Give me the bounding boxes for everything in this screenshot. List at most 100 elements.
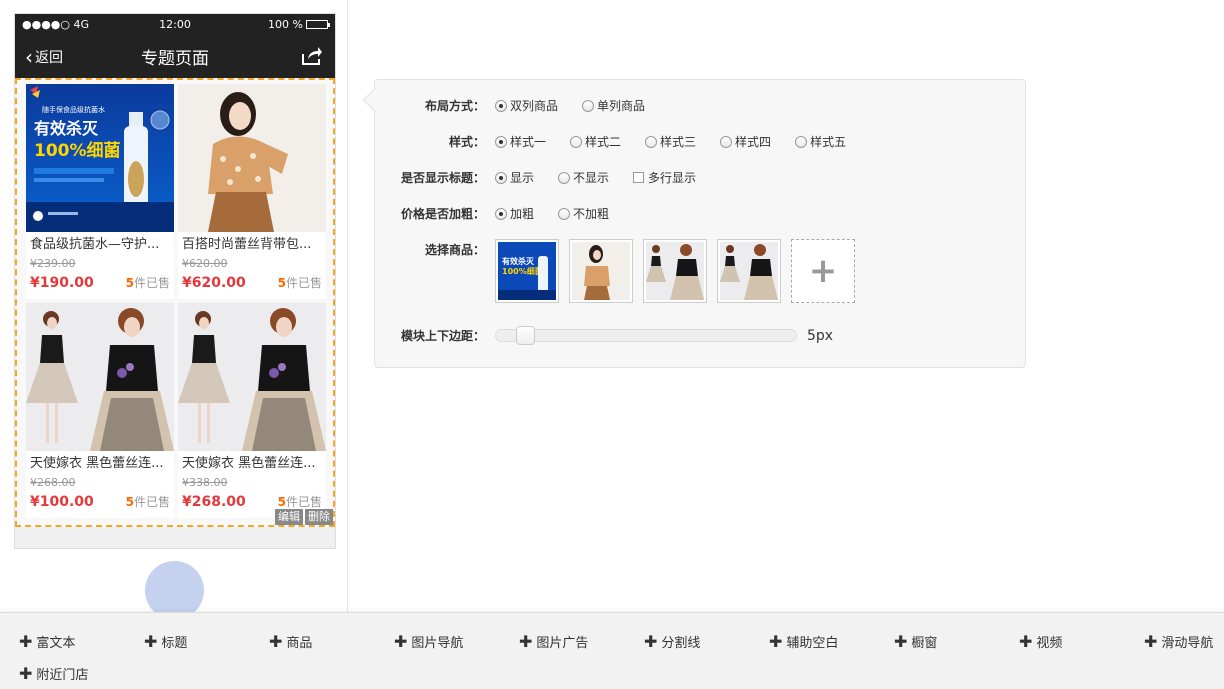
- goods-orig-price: ¥338.00: [182, 476, 228, 489]
- multiline-checkbox[interactable]: 多行显示: [633, 169, 696, 186]
- add-slide-nav[interactable]: ✚ 滑动导航: [1144, 632, 1213, 651]
- radio-icon[interactable]: [558, 207, 571, 220]
- radio-checked-icon[interactable]: [495, 171, 507, 184]
- page-title: 专题页面: [141, 49, 209, 69]
- margin-value: 5px: [807, 327, 834, 344]
- goods-name: 百搭时尚蕾丝背带包...: [182, 237, 312, 252]
- plus-icon: ✚: [19, 631, 33, 651]
- page-root: ●●●●○ 4G 12:00 100 % ‹ 返回 专题页面 随手保食品级抗菌水…: [0, 0, 1224, 689]
- style-option-2[interactable]: 样式二: [570, 133, 621, 150]
- bold-price-option-no[interactable]: 不加粗: [558, 205, 609, 222]
- layout-option-single[interactable]: 单列商品: [582, 97, 645, 114]
- goods-card[interactable]: 天使嫁衣 黑色蕾丝连... ¥338.00 ¥268.00 5件已售: [178, 303, 326, 518]
- back-button[interactable]: ‹ 返回: [25, 47, 63, 67]
- add-rich-text[interactable]: ✚ 富文本: [19, 632, 75, 651]
- add-blank[interactable]: ✚ 辅助空白: [769, 632, 838, 651]
- goods-price: ¥268.00: [182, 493, 246, 510]
- settings-panel: 布局方式： 双列商品 单列商品 样式： 样式一 样式二 样式三 样式四 样式五 …: [362, 79, 1026, 368]
- goods-sold: 5件已售: [277, 495, 322, 509]
- layout-row: 布局方式： 双列商品 单列商品: [375, 97, 669, 114]
- show-title-option-yes[interactable]: 显示: [495, 169, 534, 186]
- layout-label: 布局方式：: [424, 99, 485, 113]
- thumb-ad-line2: 100%细菌: [502, 266, 543, 276]
- selected-goods-thumb[interactable]: 有效杀灭 100%细菌: [495, 239, 559, 303]
- goods-name: 天使嫁衣 黑色蕾丝连...: [30, 456, 164, 471]
- radio-checked-icon[interactable]: [495, 99, 507, 112]
- add-title[interactable]: ✚ 标题: [144, 632, 187, 651]
- goods-sold: 5件已售: [277, 276, 322, 290]
- goods-card[interactable]: 百搭时尚蕾丝背带包... ¥620.00 ¥620.00 5件已售: [178, 84, 326, 299]
- goods-name: 天使嫁衣 黑色蕾丝连...: [182, 456, 316, 471]
- goods-sold: 5件已售: [125, 276, 170, 290]
- selected-goods-thumb[interactable]: [643, 239, 707, 303]
- style-option-4[interactable]: 样式四: [720, 133, 771, 150]
- slider-handle[interactable]: [516, 326, 535, 345]
- add-showcase[interactable]: ✚ 橱窗: [894, 632, 937, 651]
- add-divider[interactable]: ✚ 分割线: [644, 632, 700, 651]
- delete-button[interactable]: 删除: [305, 509, 333, 525]
- add-goods-button[interactable]: +: [791, 239, 855, 303]
- add-image-nav[interactable]: ✚ 图片导航: [394, 632, 463, 651]
- show-title-row: 是否显示标题： 显示 不显示 多行显示: [375, 169, 720, 186]
- plus-icon: ✚: [769, 631, 783, 651]
- phone-preview: ●●●●○ 4G 12:00 100 % ‹ 返回 专题页面 随手保食品级抗菌水…: [14, 13, 336, 549]
- radio-icon[interactable]: [558, 171, 571, 184]
- goods-name: 食品级抗菌水—守护...: [30, 237, 160, 252]
- back-label: 返回: [35, 49, 63, 66]
- radio-icon[interactable]: [720, 135, 733, 148]
- add-image-ad[interactable]: ✚ 图片广告: [519, 632, 588, 651]
- goods-card[interactable]: 随手保食品级抗菌水 有效杀灭 100%细菌 食品级抗菌水—守护... ¥239.…: [26, 84, 174, 299]
- layout-option-double[interactable]: 双列商品: [495, 97, 558, 114]
- goods-sold: 5件已售: [125, 495, 170, 509]
- margin-label: 模块上下边距：: [400, 329, 485, 343]
- selected-goods-thumb[interactable]: [717, 239, 781, 303]
- plus-icon: ✚: [269, 631, 283, 651]
- add-nearby-store[interactable]: ✚ 附近门店: [19, 664, 88, 683]
- radio-icon[interactable]: [795, 135, 808, 148]
- add-video[interactable]: ✚ 视频: [1019, 632, 1062, 651]
- style-option-5[interactable]: 样式五: [795, 133, 846, 150]
- plus-icon: ✚: [519, 631, 533, 651]
- goods-price: ¥100.00: [30, 493, 94, 510]
- radio-icon[interactable]: [570, 135, 583, 148]
- goods-card[interactable]: 天使嫁衣 黑色蕾丝连... ¥268.00 ¥100.00 5件已售: [26, 303, 174, 518]
- margin-row: 模块上下边距： 5px: [375, 326, 834, 345]
- radio-checked-icon[interactable]: [495, 135, 507, 148]
- radio-icon[interactable]: [645, 135, 658, 148]
- goods-image: 随手保食品级抗菌水 有效杀灭 100%细菌: [26, 84, 174, 232]
- goods-image: [178, 303, 326, 451]
- thumb-ad-line1: 有效杀灭: [502, 256, 535, 266]
- component-toolbar: ✚ 富文本 ✚ 标题 ✚ 商品 ✚ 图片导航 ✚ 图片广告 ✚ 分割线 ✚ 辅助空白 ✚ 橱窗 …: [0, 612, 1224, 689]
- margin-slider[interactable]: [495, 326, 797, 345]
- goods-module[interactable]: 随手保食品级抗菌水 有效杀灭 100%细菌 食品级抗菌水—守护... ¥239.…: [15, 78, 335, 527]
- ad-brand: 随手保食品级抗菌水: [42, 105, 105, 114]
- show-title-option-no[interactable]: 不显示: [558, 169, 609, 186]
- selected-goods-thumb[interactable]: [569, 239, 633, 303]
- status-time: 12:00: [159, 18, 191, 31]
- select-goods-label: 选择商品：: [424, 243, 485, 257]
- style-option-3[interactable]: 样式三: [645, 133, 696, 150]
- share-icon[interactable]: [301, 46, 323, 70]
- plus-icon: ✚: [894, 631, 908, 651]
- goods-image: [178, 84, 326, 232]
- plus-icon: ✚: [19, 663, 33, 683]
- show-title-label: 是否显示标题：: [400, 171, 485, 185]
- checkbox-icon[interactable]: [633, 172, 645, 183]
- add-goods[interactable]: ✚ 商品: [269, 632, 312, 651]
- edit-button[interactable]: 编辑: [275, 509, 303, 525]
- radio-checked-icon[interactable]: [495, 207, 507, 220]
- preview-column: ●●●●○ 4G 12:00 100 % ‹ 返回 专题页面 随手保食品级抗菌水…: [0, 0, 348, 620]
- plus-icon: ✚: [1144, 631, 1158, 651]
- ad-line2: 100%细菌: [34, 140, 121, 161]
- battery-icon: [306, 20, 330, 29]
- plus-icon: ✚: [644, 631, 658, 651]
- selected-goods-list: 有效杀灭 100%细菌 +: [495, 239, 855, 303]
- style-option-1[interactable]: 样式一: [495, 133, 546, 150]
- radio-icon[interactable]: [582, 99, 595, 112]
- goods-orig-price: ¥239.00: [30, 257, 76, 270]
- module-actions: 编辑 删除: [275, 509, 333, 525]
- plus-icon: ✚: [394, 631, 408, 651]
- bold-price-option-yes[interactable]: 加粗: [495, 205, 534, 222]
- goods-price: ¥620.00: [182, 274, 246, 291]
- style-row: 样式： 样式一 样式二 样式三 样式四 样式五: [375, 133, 870, 150]
